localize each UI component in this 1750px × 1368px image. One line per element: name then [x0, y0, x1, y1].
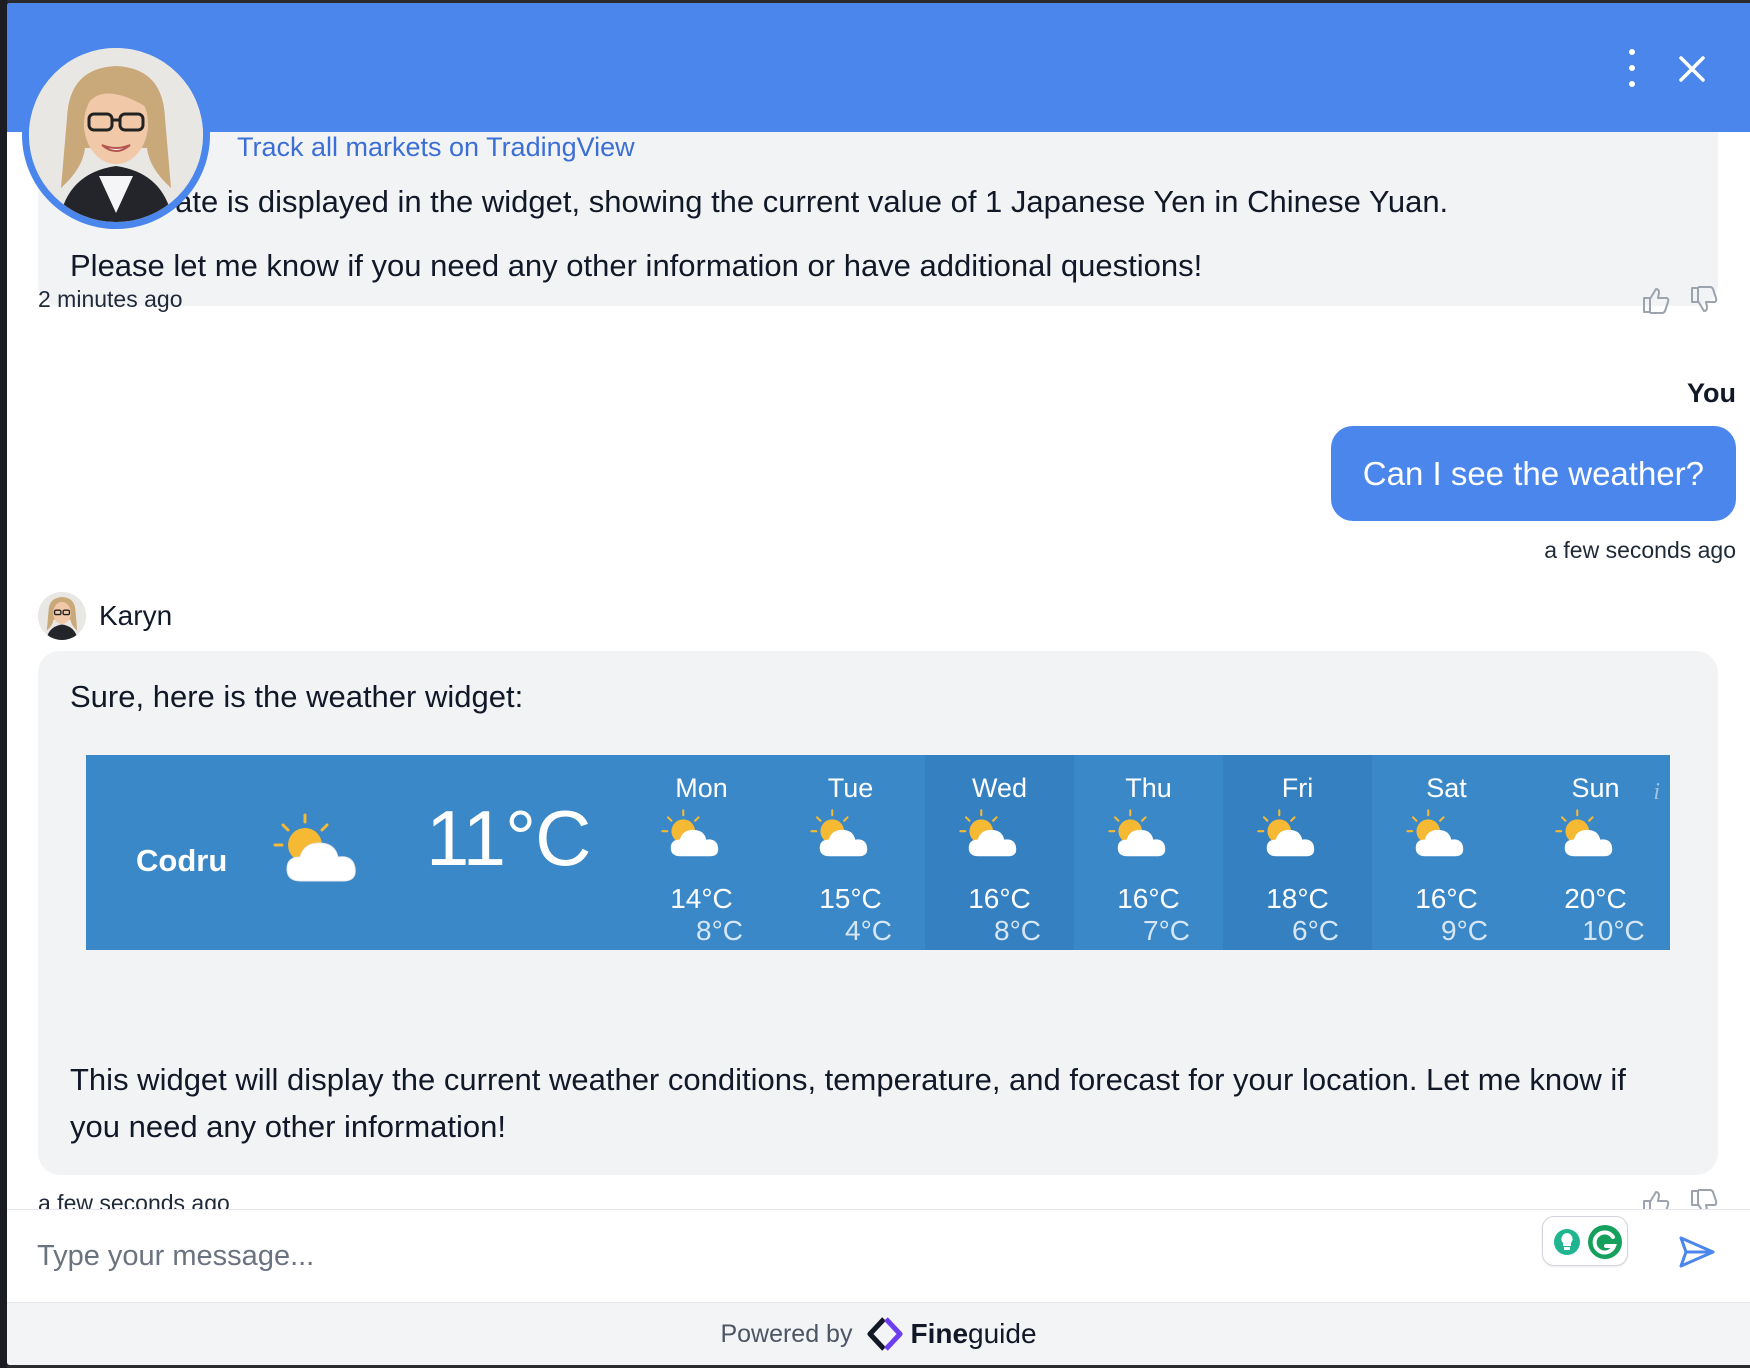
fineguide-logo-icon	[867, 1317, 903, 1351]
day-name: Wed	[971, 773, 1028, 803]
forecast-day: Wed 16°C 8°C	[925, 755, 1074, 950]
partly-cloudy-icon	[1406, 809, 1464, 857]
grammarly-widget[interactable]	[1542, 1216, 1628, 1266]
forecast-day: Fri 18°C 6°C	[1223, 755, 1372, 950]
message-text: Please let me know if you need any other…	[70, 248, 1203, 283]
brand-bold: Fine	[910, 1318, 969, 1349]
day-name: Sun	[1571, 773, 1620, 803]
forecast-day: Thu 16°C 7°C	[1074, 755, 1223, 950]
weather-city: Codru	[136, 843, 228, 878]
forecast-day: Tue 15°C 4°C	[776, 755, 925, 950]
day-low: 10°C	[1582, 915, 1645, 946]
agent-name: Karyn	[99, 600, 173, 631]
agent-avatar-small	[38, 592, 86, 640]
bot-message-weather: Sure, here is the weather widget: Codru …	[38, 651, 1718, 1175]
forecast-day: Sun 20°C 10°C	[1521, 755, 1670, 950]
message-text: This widget will display the current wea…	[70, 1062, 1626, 1144]
message-text: hange rate is displayed in the widget, s…	[70, 184, 1449, 219]
background-strip	[0, 0, 7, 1368]
chat-header	[7, 3, 1750, 132]
day-name: Sat	[1426, 773, 1467, 803]
forecast-days: Mon 14°C 8°C Tue 15°C 4°C Wed 16°C 8°C T…	[627, 755, 1670, 950]
tradingview-link[interactable]: Track all markets on TradingView	[237, 132, 635, 162]
info-icon[interactable]: i	[1653, 769, 1660, 816]
current-temperature: 11°C	[426, 794, 591, 882]
fineguide-logo[interactable]: Fine guide	[866, 1316, 1037, 1352]
day-low: 8°C	[994, 915, 1041, 946]
user-message: Can I see the weather?	[1330, 426, 1736, 521]
agent-header: Karyn	[38, 591, 172, 641]
powered-by-footer: Powered by Fine guide	[7, 1302, 1750, 1365]
forecast-day: Mon 14°C 8°C	[627, 755, 776, 950]
feedback-buttons	[1640, 284, 1720, 318]
chat-messages[interactable]: Track all markets on TradingView hange r…	[7, 132, 1750, 1212]
day-low: 8°C	[696, 915, 743, 946]
close-icon[interactable]	[1674, 51, 1710, 87]
message-timestamp: a few seconds ago	[1544, 537, 1736, 563]
day-name: Mon	[675, 773, 728, 803]
bot-message-previous: Track all markets on TradingView hange r…	[38, 132, 1718, 306]
chat-window: Track all markets on TradingView hange r…	[7, 3, 1750, 1365]
partly-cloudy-icon	[273, 813, 356, 882]
thumbs-up-icon[interactable]	[1640, 284, 1672, 316]
thumbs-down-icon[interactable]	[1688, 284, 1720, 316]
partly-cloudy-icon	[959, 809, 1017, 857]
powered-by-text: Powered by	[720, 1319, 853, 1348]
day-name: Fri	[1281, 773, 1314, 803]
day-low: 6°C	[1292, 915, 1339, 946]
partly-cloudy-icon	[1555, 809, 1613, 857]
day-name: Tue	[827, 773, 874, 803]
partly-cloudy-icon	[1257, 809, 1315, 857]
forecast-day: Sat 16°C 9°C	[1372, 755, 1521, 950]
message-timestamp: 2 minutes ago	[38, 286, 183, 312]
brand-rest: guide	[968, 1318, 1037, 1349]
day-low: 9°C	[1441, 915, 1488, 946]
message-input[interactable]	[37, 1228, 1517, 1284]
message-composer	[7, 1209, 1750, 1302]
partly-cloudy-icon	[810, 809, 868, 857]
day-name: Thu	[1125, 773, 1172, 803]
agent-portrait	[29, 48, 203, 222]
partly-cloudy-icon	[1108, 809, 1166, 857]
message-text: Sure, here is the weather widget:	[70, 679, 524, 714]
user-name: You	[1687, 378, 1736, 408]
more-vertical-icon[interactable]	[1617, 49, 1647, 87]
partly-cloudy-icon	[661, 809, 719, 857]
day-low: 4°C	[845, 915, 892, 946]
send-icon[interactable]	[1677, 1232, 1717, 1272]
day-low: 7°C	[1143, 915, 1190, 946]
agent-avatar	[22, 41, 210, 229]
weather-widget[interactable]: Codru 11°C Mon 14°C 8°C Tue 15°C 4°C Wed…	[86, 755, 1670, 950]
